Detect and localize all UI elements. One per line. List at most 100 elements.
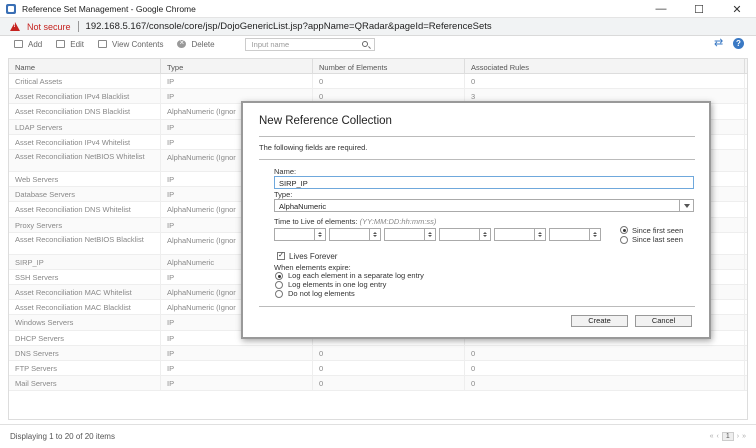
name-cell: Asset Reconciliation DNS Blacklist [9, 104, 161, 119]
ttl-label-text: Time to Live of elements: [274, 217, 358, 226]
dialog-title: New Reference Collection [259, 115, 392, 127]
ttl-hint: (YY:MM:DD:hh:mm:ss) [359, 217, 437, 226]
ttl-years-spinner[interactable] [274, 228, 326, 241]
ttl-months-spinner[interactable] [329, 228, 381, 241]
name-cell: FTP Servers [9, 361, 161, 376]
address-bar[interactable]: Not secure 192.168.5.167/console/core/js… [0, 18, 756, 36]
type-cell: IP [161, 376, 313, 391]
create-button[interactable]: Create [571, 315, 628, 327]
expire-option-no-log-radio[interactable] [275, 290, 283, 298]
elements-cell: 0 [313, 376, 465, 391]
name-cell: SSH Servers [9, 269, 161, 285]
name-value: SIRP_IP [279, 179, 308, 188]
column-header-rules[interactable]: Associated Rules [465, 59, 745, 73]
last-page-icon[interactable]: » [742, 433, 746, 440]
ttl-hours-spinner[interactable] [439, 228, 491, 241]
name-cell: Asset Reconciliation DNS Whitelist [9, 202, 161, 217]
ttl-seconds-spinner[interactable] [549, 228, 601, 241]
rules-cell: 0 [465, 376, 745, 391]
note-divider [259, 159, 695, 160]
cancel-button[interactable]: Cancel [635, 315, 692, 327]
toolbar-right: ⇄ ? [714, 38, 744, 49]
lives-forever-checkbox[interactable]: ✓ [277, 252, 285, 260]
table-row[interactable]: Mail Servers IP 0 0 [9, 376, 747, 392]
spinner-arrows-icon[interactable] [424, 229, 435, 240]
expire-option-one-entry-radio[interactable] [275, 281, 283, 289]
name-cell: Critical Assets [9, 74, 161, 89]
add-button[interactable]: Add [14, 40, 42, 49]
window-title-bar: Reference Set Management - Google Chrome… [0, 0, 756, 18]
since-last-seen-label: Since last seen [632, 235, 683, 244]
name-cell: Database Servers [9, 187, 161, 202]
expire-option-separate-radio[interactable] [275, 272, 283, 280]
ttl-label: Time to Live of elements: (YY:MM:DD:hh:m… [274, 217, 436, 226]
new-reference-collection-dialog: New Reference Collection The following f… [241, 101, 711, 339]
next-page-icon[interactable]: › [737, 433, 739, 440]
maximize-button[interactable]: ☐ [680, 0, 718, 18]
refresh-icon[interactable]: ⇄ [714, 38, 725, 49]
column-header-elements[interactable]: Number of Elements [313, 59, 465, 73]
app-icon [6, 3, 16, 14]
add-label: Add [28, 39, 43, 49]
current-page[interactable]: 1 [721, 432, 734, 441]
chevron-down-icon [679, 200, 693, 211]
expire-option-no-log-label: Do not log elements [288, 289, 355, 298]
status-footer: Displaying 1 to 20 of 20 items « ‹ 1 › » [0, 424, 756, 448]
type-cell: IP [161, 345, 313, 360]
type-cell: IP [161, 361, 313, 376]
add-icon [14, 40, 23, 48]
window-controls: — ☐ ✕ [642, 0, 756, 18]
close-button[interactable]: ✕ [718, 0, 756, 18]
type-select[interactable]: AlphaNumeric [274, 199, 694, 212]
name-cell: Proxy Servers [9, 217, 161, 232]
edit-label: Edit [70, 39, 85, 49]
ttl-days-spinner[interactable] [384, 228, 436, 241]
spinner-arrows-icon[interactable] [589, 229, 600, 240]
minimize-button[interactable]: — [642, 0, 680, 18]
name-cell: Windows Servers [9, 315, 161, 330]
name-cell: Web Servers [9, 171, 161, 187]
pager: « ‹ 1 › » [710, 432, 746, 441]
delete-button[interactable]: Delete [177, 38, 215, 49]
name-cell: DHCP Servers [9, 330, 161, 345]
spinner-arrows-icon[interactable] [479, 229, 490, 240]
since-first-seen-radio[interactable] [620, 226, 628, 234]
buttons-divider [259, 306, 695, 307]
search-icon[interactable] [361, 40, 368, 47]
name-input[interactable]: SIRP_IP [274, 176, 694, 189]
rules-cell: 0 [465, 345, 745, 360]
type-cell: IP [161, 74, 313, 89]
spinner-arrows-icon[interactable] [369, 229, 380, 240]
rules-cell: 0 [465, 361, 745, 376]
edit-button[interactable]: Edit [56, 40, 84, 49]
spinner-arrows-icon[interactable] [534, 229, 545, 240]
url-text[interactable]: 192.168.5.167/console/core/jsp/DojoGener… [86, 21, 492, 32]
name-cell: SIRP_IP [9, 254, 161, 269]
search-input[interactable]: Input name [244, 37, 375, 51]
spinner-arrows-icon[interactable] [314, 229, 325, 240]
help-icon[interactable]: ? [733, 38, 744, 49]
view-contents-button[interactable]: View Contents [98, 40, 163, 49]
elements-cell: 0 [313, 74, 465, 89]
since-last-seen-radio[interactable] [620, 236, 628, 244]
toolbar: Add Edit View Contents Delete Input name… [0, 36, 756, 52]
ttl-minutes-spinner[interactable] [494, 228, 546, 241]
name-cell: Mail Servers [9, 376, 161, 391]
name-cell: Asset Reconciliation IPv4 Blacklist [9, 89, 161, 104]
table-row[interactable]: DNS Servers IP 0 0 [9, 345, 747, 361]
column-header-type[interactable]: Type [161, 59, 313, 73]
pagination-info: Displaying 1 to 20 of 20 items [10, 432, 115, 441]
prev-page-icon[interactable]: ‹ [717, 433, 719, 440]
first-page-icon[interactable]: « [710, 433, 714, 440]
rules-cell: 0 [465, 74, 745, 89]
address-separator [77, 21, 79, 32]
required-note: The following fields are required. [259, 143, 368, 152]
name-cell: Asset Reconciliation MAC Whitelist [9, 285, 161, 300]
window-title: Reference Set Management - Google Chrome [22, 3, 196, 14]
name-label: Name: [274, 167, 297, 176]
table-header: Name Type Number of Elements Associated … [9, 59, 747, 74]
table-row[interactable]: FTP Servers IP 0 0 [9, 361, 747, 377]
security-label[interactable]: Not secure [27, 22, 71, 32]
table-row[interactable]: Critical Assets IP 0 0 [9, 74, 747, 90]
column-header-name[interactable]: Name [9, 59, 161, 73]
